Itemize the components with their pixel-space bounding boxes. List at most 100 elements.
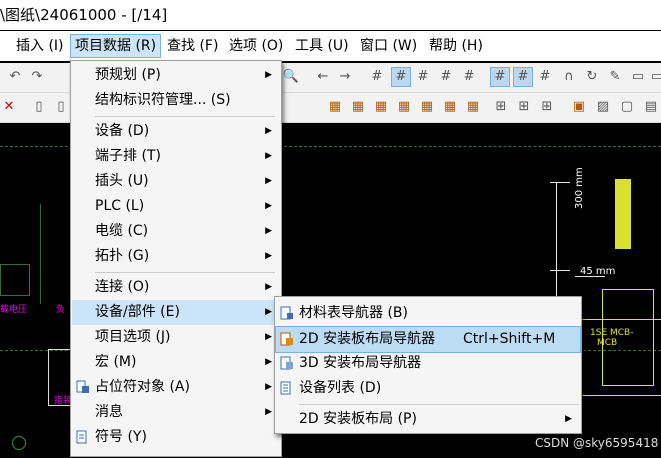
hatch-icon[interactable]: ▨ [594, 98, 612, 116]
menu-item-connection[interactable]: 连接 (O) ▶ [72, 275, 280, 300]
forward-arrow-icon[interactable]: → [336, 68, 354, 86]
watermark: CSDN @sky6595418 [535, 436, 659, 450]
menu-separator [95, 116, 275, 117]
menu-item-label: 宏 (M) [95, 354, 137, 370]
menu-item-plug[interactable]: 插头 (U) ▶ [72, 169, 280, 194]
menu-project-data[interactable]: 项目数据 (R) [70, 34, 162, 58]
dimension-vertical: 300 mm [574, 167, 585, 209]
menu-options[interactable]: 选项 (O) [225, 35, 287, 57]
menu-item-project-options[interactable]: 项目选项 (J) ▶ [72, 325, 280, 350]
more-icon[interactable]: ▭ [648, 68, 661, 86]
menu-item-device-part[interactable]: 设备/部件 (E) ▶ [72, 300, 280, 325]
grid-b-icon[interactable]: # [391, 67, 411, 87]
back-arrow-icon[interactable]: ← [314, 68, 332, 86]
menu-item-label: 预规划 (P) [95, 67, 161, 83]
terminal-icon-2[interactable]: ⊞ [515, 98, 533, 116]
submenu-arrow-icon: ▶ [565, 414, 572, 424]
wire-line [40, 204, 41, 304]
menu-item-macro[interactable]: 宏 (M) ▶ [72, 350, 280, 375]
submenu-arrow-icon: ▶ [265, 226, 272, 236]
terminal-icon-1[interactable]: ⊞ [492, 98, 510, 116]
submenu-arrow-icon: ▶ [265, 176, 272, 186]
layers-icon[interactable]: ▤ [642, 98, 660, 116]
menu-item-cable[interactable]: 电缆 (C) ▶ [72, 219, 280, 244]
menu-item-label: 结构标识符管理... (S) [95, 92, 231, 108]
terminal-icon-3[interactable]: ⊞ [538, 98, 556, 116]
submenu-item-label: 2D 安装板布局 (P) [299, 411, 417, 427]
new-page-icon[interactable]: ▯ [52, 98, 70, 116]
grid-a-icon[interactable]: # [368, 68, 386, 86]
submenu-item-2d-layout-navigator[interactable]: 2D 安装板布局导航器 Ctrl+Shift+M [275, 326, 581, 353]
submenu-item-device-list[interactable]: 设备列表 (D) [276, 376, 580, 401]
delete-icon[interactable]: ✕ [0, 98, 18, 116]
menu-item-label: 占位符对象 (A) [95, 379, 190, 395]
canvas-label: 1SE MCB- [590, 328, 634, 338]
device-icon-6[interactable]: ▦ [441, 98, 459, 116]
menu-item-plc[interactable]: PLC (L) ▶ [72, 194, 280, 219]
menu-separator [299, 404, 579, 405]
menu-item-device[interactable]: 设备 (D) ▶ [72, 119, 280, 144]
menu-separator [95, 272, 275, 273]
device-icon-4[interactable]: ▦ [395, 98, 413, 116]
submenu-arrow-icon: ▶ [265, 201, 272, 211]
box-icon[interactable]: ▢ [618, 98, 636, 116]
submenu-item-bom-navigator[interactable]: 材料表导航器 (B) [276, 301, 580, 326]
magnet-icon[interactable]: ∩ [560, 68, 578, 86]
project-data-menu: 预规划 (P) ▶ 结构标识符管理... (S) 设备 (D) ▶ 端子排 (T) ▶… [70, 60, 282, 457]
menu-item-label: 拓扑 (G) [95, 248, 150, 264]
grid-c-icon[interactable]: # [414, 68, 432, 86]
undo-icon[interactable]: ↶ [6, 68, 24, 86]
grid-icon[interactable]: # [536, 68, 554, 86]
submenu-arrow-icon: ▶ [265, 357, 272, 367]
submenu-item-2d-layout[interactable]: 2D 安装板布局 (P) ▶ [276, 407, 580, 432]
menu-item-topology[interactable]: 拓扑 (G) ▶ [72, 244, 280, 269]
menu-item-label: 消息 [95, 404, 123, 420]
menu-item-label: 电缆 (C) [95, 223, 149, 239]
grid-object-snap-icon[interactable]: # [513, 67, 533, 87]
menubar: 插入 (I) 项目数据 (R) 查找 (F) 选项 (O) 工具 (U) 窗口 … [0, 31, 661, 61]
rotate-icon[interactable]: ↻ [583, 68, 601, 86]
menu-tools[interactable]: 工具 (U) [291, 35, 353, 57]
zoom-icon[interactable]: 🔍 [282, 68, 300, 86]
canvas-label: 负 [56, 305, 66, 315]
din-rail [615, 179, 631, 249]
submenu-arrow-icon: ▶ [265, 382, 272, 392]
pen-icon[interactable]: ✎ [606, 68, 624, 86]
device-icon-3[interactable]: ▦ [372, 98, 390, 116]
grid-d-icon[interactable]: # [437, 68, 455, 86]
layout-icon[interactable]: ▣ [570, 98, 588, 116]
submenu-item-label: 2D 安装板布局导航器 [299, 331, 436, 347]
placeholder-object-icon [76, 380, 89, 393]
submenu-item-3d-layout-navigator[interactable]: 3D 安装布局导航器 [276, 351, 580, 376]
menu-item-placeholder-object[interactable]: 占位符对象 (A) ▶ [72, 375, 280, 400]
submenu-arrow-icon: ▶ [265, 126, 272, 136]
menu-item-label: 连接 (O) [95, 279, 150, 295]
image-icon[interactable]: ▭ [629, 68, 647, 86]
device-icon-7[interactable]: ▦ [464, 98, 482, 116]
submenu-arrow-icon: ▶ [265, 251, 272, 261]
menu-item-messages[interactable]: 消息 ▶ [72, 400, 280, 425]
menu-item-preplanning[interactable]: 预规划 (P) ▶ [72, 63, 280, 88]
menu-item-label: 项目选项 (J) [95, 329, 171, 345]
menu-item-symbol[interactable]: 符号 (Y) [72, 425, 280, 450]
device-icon-2[interactable]: ▦ [349, 98, 367, 116]
menu-window[interactable]: 窗口 (W) [356, 35, 421, 57]
3d-layout-navigator-icon [280, 356, 293, 370]
menu-item-label: 设备 (D) [95, 123, 150, 139]
menu-help[interactable]: 帮助 (H) [425, 35, 487, 57]
redo-icon[interactable]: ↷ [28, 68, 46, 86]
menu-find[interactable]: 查找 (F) [163, 35, 222, 57]
page-icon[interactable]: ▯ [30, 98, 48, 116]
submenu-arrow-icon: ▶ [265, 307, 272, 317]
menu-item-structure-id-manager[interactable]: 结构标识符管理... (S) [72, 88, 280, 113]
device-icon-5[interactable]: ▦ [418, 98, 436, 116]
device-icon-1[interactable]: ▦ [326, 98, 344, 116]
device-list-icon [280, 381, 291, 395]
menu-insert[interactable]: 插入 (I) [12, 35, 68, 57]
submenu-arrow-icon: ▶ [265, 332, 272, 342]
grid-e-icon[interactable]: # [460, 68, 478, 86]
component-outline [0, 264, 30, 296]
menu-item-terminal-strip[interactable]: 端子排 (T) ▶ [72, 144, 280, 169]
submenu-arrow-icon: ▶ [265, 282, 272, 292]
grid-snap-icon[interactable]: # [490, 67, 510, 87]
